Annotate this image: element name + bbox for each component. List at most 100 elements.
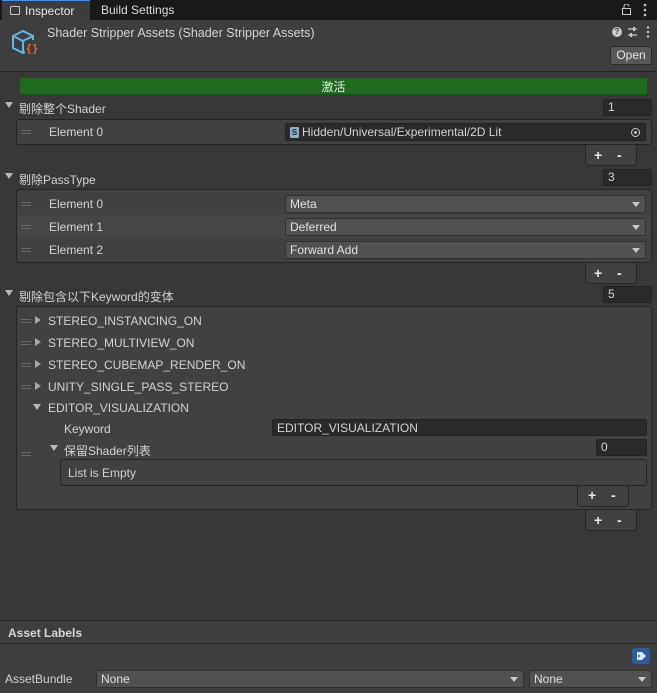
activate-button[interactable]: 激活 bbox=[19, 77, 648, 95]
remove-passtype-list: Element 0 Meta Element 1 Deferred Elemen… bbox=[16, 189, 652, 263]
remove-shader-foldout[interactable] bbox=[5, 102, 13, 110]
asset-labels-panel: Asset Labels AssetBundle None None bbox=[0, 620, 657, 693]
inspector-icon bbox=[10, 6, 20, 15]
keep-list-label: 保留Shader列表 bbox=[64, 444, 151, 458]
divider bbox=[0, 643, 657, 644]
svg-text:{}: {} bbox=[25, 42, 38, 55]
remove-element-button[interactable]: - bbox=[617, 147, 622, 163]
element-label: Element 1 bbox=[49, 220, 104, 234]
keyword-item-label: STEREO_MULTIVIEW_ON bbox=[48, 336, 195, 350]
remove-passtype-list-footer: + - bbox=[585, 263, 637, 284]
drag-handle-icon[interactable] bbox=[21, 363, 31, 367]
keep-list-box: List is Empty bbox=[60, 459, 647, 486]
passtype-dropdown[interactable]: Forward Add bbox=[285, 241, 646, 259]
keyword-item-label: STEREO_CUBEMAP_RENDER_ON bbox=[48, 358, 246, 372]
tab-inspector[interactable]: Inspector bbox=[2, 0, 90, 20]
foldout-arrow-icon bbox=[5, 102, 13, 108]
remove-passtype-foldout[interactable] bbox=[5, 173, 13, 181]
label-tag-icon[interactable] bbox=[632, 648, 650, 664]
expand-arrow-icon[interactable] bbox=[35, 382, 41, 390]
object-picker-icon[interactable] bbox=[631, 128, 640, 137]
keyword-input[interactable]: EDITOR_VISUALIZATION bbox=[272, 419, 647, 436]
list-item: Element 1 Deferred bbox=[17, 215, 651, 238]
list-item[interactable]: STEREO_INSTANCING_ON bbox=[17, 309, 651, 331]
assetbundle-label: AssetBundle bbox=[5, 672, 73, 686]
drag-handle-icon[interactable] bbox=[21, 319, 31, 323]
passtype-value: Deferred bbox=[290, 220, 337, 234]
drag-handle-icon[interactable] bbox=[21, 248, 31, 252]
open-button[interactable]: Open bbox=[610, 46, 652, 65]
chevron-down-icon bbox=[632, 202, 640, 207]
keep-list-foldout-icon[interactable] bbox=[50, 445, 58, 451]
shader-object-field[interactable]: S Hidden/Universal/Experimental/2D Lit bbox=[285, 123, 646, 141]
drag-handle-icon[interactable] bbox=[21, 202, 31, 206]
remove-element-button[interactable]: - bbox=[617, 265, 622, 281]
keep-list-footer: + - bbox=[577, 486, 629, 507]
drag-handle-icon[interactable] bbox=[21, 341, 31, 345]
asset-labels-title: Asset Labels bbox=[8, 626, 83, 640]
list-item-expanded[interactable]: EDITOR_VISUALIZATION Keyword EDITOR_VISU… bbox=[17, 397, 651, 507]
keep-list-count[interactable]: 0 bbox=[596, 439, 647, 456]
remove-passtype-count[interactable]: 3 bbox=[603, 169, 652, 186]
asset-title: Shader Stripper Assets (Shader Stripper … bbox=[47, 26, 315, 40]
help-icon[interactable]: ? bbox=[612, 27, 622, 37]
add-element-button[interactable]: + bbox=[588, 487, 596, 503]
add-element-button[interactable]: + bbox=[594, 265, 602, 281]
remove-shader-list: Element 0 S Hidden/Universal/Experimenta… bbox=[16, 119, 652, 145]
remove-keyword-foldout[interactable] bbox=[5, 290, 13, 298]
remove-element-button[interactable]: - bbox=[617, 512, 622, 528]
chevron-down-icon bbox=[510, 677, 518, 682]
tab-build-settings-label: Build Settings bbox=[101, 3, 175, 17]
preset-icon[interactable] bbox=[627, 26, 638, 38]
collapse-arrow-icon[interactable] bbox=[33, 404, 41, 410]
remove-keyword-label: 剔除包含以下Keyword的变体 bbox=[19, 290, 174, 304]
passtype-value: Meta bbox=[290, 197, 317, 211]
assetbundle-variant-dropdown[interactable]: None bbox=[529, 670, 652, 688]
context-menu-icon[interactable] bbox=[646, 26, 650, 38]
expand-arrow-icon[interactable] bbox=[35, 316, 41, 324]
keyword-item-label: EDITOR_VISUALIZATION bbox=[48, 401, 189, 415]
drag-handle-icon[interactable] bbox=[21, 385, 31, 389]
tab-bar: Inspector Build Settings bbox=[0, 0, 657, 20]
element-label: Element 0 bbox=[49, 125, 104, 139]
assetbundle-variant-value: None bbox=[534, 672, 563, 686]
keyword-field-label: Keyword bbox=[64, 422, 111, 436]
assetbundle-name-dropdown[interactable]: None bbox=[96, 670, 524, 688]
script-asset-icon: {} bbox=[10, 27, 40, 57]
add-element-button[interactable]: + bbox=[594, 147, 602, 163]
element-label: Element 2 bbox=[49, 243, 104, 257]
drag-handle-icon[interactable] bbox=[21, 225, 31, 229]
list-item[interactable]: UNITY_SINGLE_PASS_STEREO bbox=[17, 375, 651, 397]
remove-keyword-list: STEREO_INSTANCING_ON STEREO_MULTIVIEW_ON… bbox=[16, 306, 652, 510]
shader-object-value: Hidden/Universal/Experimental/2D Lit bbox=[302, 125, 502, 139]
keyword-item-label: UNITY_SINGLE_PASS_STEREO bbox=[48, 380, 229, 394]
keyword-item-label: STEREO_INSTANCING_ON bbox=[48, 314, 202, 328]
tab-build-settings[interactable]: Build Settings bbox=[101, 0, 201, 20]
lock-icon[interactable] bbox=[622, 3, 631, 15]
element-label: Element 0 bbox=[49, 197, 104, 211]
expand-arrow-icon[interactable] bbox=[35, 338, 41, 346]
list-item[interactable]: STEREO_CUBEMAP_RENDER_ON bbox=[17, 353, 651, 375]
expand-arrow-icon[interactable] bbox=[35, 360, 41, 368]
drag-handle-icon[interactable] bbox=[21, 452, 31, 456]
foldout-arrow-icon bbox=[5, 290, 13, 296]
add-element-button[interactable]: + bbox=[594, 512, 602, 528]
list-item: Element 2 Forward Add bbox=[17, 238, 651, 261]
remove-shader-label: 剔除整个Shader bbox=[19, 102, 106, 116]
list-item[interactable]: STEREO_MULTIVIEW_ON bbox=[17, 331, 651, 353]
remove-element-button[interactable]: - bbox=[611, 487, 616, 503]
passtype-value: Forward Add bbox=[290, 243, 359, 257]
remove-passtype-label: 剔除PassType bbox=[19, 173, 96, 187]
passtype-dropdown[interactable]: Meta bbox=[285, 195, 646, 213]
remove-shader-count[interactable]: 1 bbox=[603, 99, 652, 116]
drag-handle-icon[interactable] bbox=[21, 130, 31, 134]
tab-menu-icon[interactable] bbox=[643, 3, 647, 17]
empty-list-text: List is Empty bbox=[68, 466, 137, 480]
passtype-dropdown[interactable]: Deferred bbox=[285, 218, 646, 236]
remove-keyword-count[interactable]: 5 bbox=[603, 286, 652, 303]
foldout-arrow-icon bbox=[5, 173, 13, 179]
remove-keyword-list-footer: + - bbox=[585, 510, 637, 531]
chevron-down-icon bbox=[638, 677, 646, 682]
shader-file-icon: S bbox=[290, 127, 299, 138]
chevron-down-icon bbox=[632, 248, 640, 253]
